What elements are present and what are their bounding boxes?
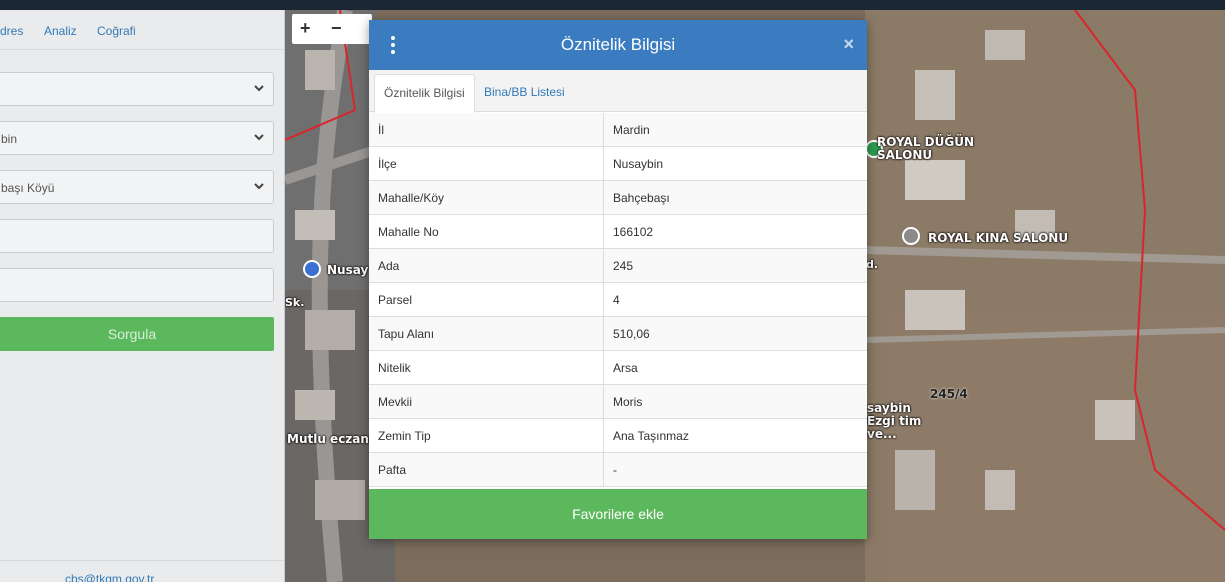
- table-row: Mevkii Moris: [369, 385, 867, 419]
- add-to-favorites-button[interactable]: Favorilere ekle: [369, 489, 867, 539]
- attribute-key: Nitelik: [369, 351, 604, 385]
- tab-analiz[interactable]: Analiz: [44, 24, 77, 38]
- province-select[interactable]: [0, 72, 274, 106]
- attribute-key: Ada: [369, 249, 604, 283]
- zoom-controls: + −: [292, 14, 372, 44]
- table-row: Nitelik Arsa: [369, 351, 867, 385]
- attribute-value: Mardin: [613, 123, 650, 137]
- chevron-down-icon: [253, 131, 265, 143]
- table-row: Pafta -: [369, 453, 867, 487]
- attribute-key: İlçe: [369, 147, 604, 181]
- attribute-value: Nusaybin: [613, 157, 664, 171]
- zoom-out-button[interactable]: −: [331, 18, 342, 39]
- block-input[interactable]: [0, 219, 274, 253]
- map-label-parcel: 245/4: [930, 387, 968, 401]
- left-panel: dres Analiz Coğrafi bin başı Köyü Sorgul…: [0, 10, 285, 582]
- footer-email-link[interactable]: cbs@tkgm.gov.tr: [65, 572, 154, 582]
- map-pin-icon[interactable]: [303, 260, 321, 278]
- attribute-value: 166102: [613, 225, 654, 239]
- neighborhood-select-value: başı Köyü: [1, 181, 55, 195]
- table-row: Zemin Tip Ana Taşınmaz: [369, 419, 867, 453]
- map-label-sk: Sk.: [285, 296, 305, 309]
- attribute-value: 510,06: [613, 327, 650, 341]
- attribute-value: 245: [613, 259, 634, 273]
- modal-header: Öznitelik Bilgisi ×: [369, 20, 867, 70]
- table-row: Mahalle No 166102: [369, 215, 867, 249]
- zoom-in-button[interactable]: +: [300, 18, 311, 39]
- attribute-key: Mahalle No: [369, 215, 604, 249]
- tab-adres[interactable]: dres: [0, 24, 23, 38]
- close-icon[interactable]: ×: [843, 34, 854, 55]
- attribute-key: Tapu Alanı: [369, 317, 604, 351]
- map-pin-icon[interactable]: [902, 227, 920, 245]
- attribute-value: 4: [613, 293, 620, 307]
- parcel-input[interactable]: [0, 268, 274, 302]
- modal-tab-bar: Öznitelik Bilgisi Bina/BB Listesi: [369, 70, 867, 113]
- attribute-info-modal: Öznitelik Bilgisi × Öznitelik Bilgisi Bi…: [369, 20, 867, 539]
- table-row: İl Mardin: [369, 113, 867, 147]
- chevron-down-icon: [253, 82, 265, 94]
- attribute-value: -: [613, 463, 617, 477]
- top-bar: [0, 0, 1225, 10]
- chevron-down-icon: [253, 180, 265, 192]
- tab-building-list[interactable]: Bina/BB Listesi: [475, 74, 574, 113]
- query-button[interactable]: Sorgula: [0, 317, 274, 351]
- table-row: Tapu Alanı 510,06: [369, 317, 867, 351]
- neighborhood-select[interactable]: başı Köyü: [0, 170, 274, 204]
- attribute-value: Ana Taşınmaz: [613, 429, 689, 443]
- tab-cografi[interactable]: Coğrafi: [97, 24, 136, 38]
- district-select-value: bin: [1, 132, 18, 146]
- map-label-wedding-hall: ROYAL DÜĞÜN SALONU: [877, 135, 975, 162]
- map-label-kina-hall: ROYAL KINA SALONU: [928, 231, 1069, 245]
- table-row: Parsel 4: [369, 283, 867, 317]
- attribute-key: İl: [369, 113, 604, 147]
- map-label-eczane: Mutlu eczan: [287, 432, 369, 446]
- tab-attribute-info[interactable]: Öznitelik Bilgisi: [374, 74, 475, 113]
- attribute-value: Bahçebaşı: [613, 191, 670, 205]
- left-tab-bar: dres Analiz Coğrafi: [0, 10, 284, 50]
- table-row: Ada 245: [369, 249, 867, 283]
- attribute-value: Moris: [613, 395, 643, 409]
- attribute-key: Mahalle/Köy: [369, 181, 604, 215]
- table-row: Mahalle/Köy Bahçebaşı: [369, 181, 867, 215]
- map-label-nusay: Nusay: [327, 263, 369, 277]
- attribute-value: Arsa: [613, 361, 638, 375]
- footer-divider: [0, 560, 284, 561]
- modal-title: Öznitelik Bilgisi: [560, 35, 676, 54]
- map-label-d: d.: [866, 258, 879, 271]
- attribute-table: İl Mardin İlçe Nusaybin Mahalle/Köy Bahç…: [369, 113, 867, 487]
- attribute-key: Pafta: [369, 453, 604, 487]
- attribute-key: Mevkii: [369, 385, 604, 419]
- district-select[interactable]: bin: [0, 121, 274, 155]
- attribute-key: Zemin Tip: [369, 419, 604, 453]
- map-label-ezgi: saybin Ezgi tim ve...: [867, 401, 922, 441]
- table-row: İlçe Nusaybin: [369, 147, 867, 181]
- attribute-key: Parsel: [369, 283, 604, 317]
